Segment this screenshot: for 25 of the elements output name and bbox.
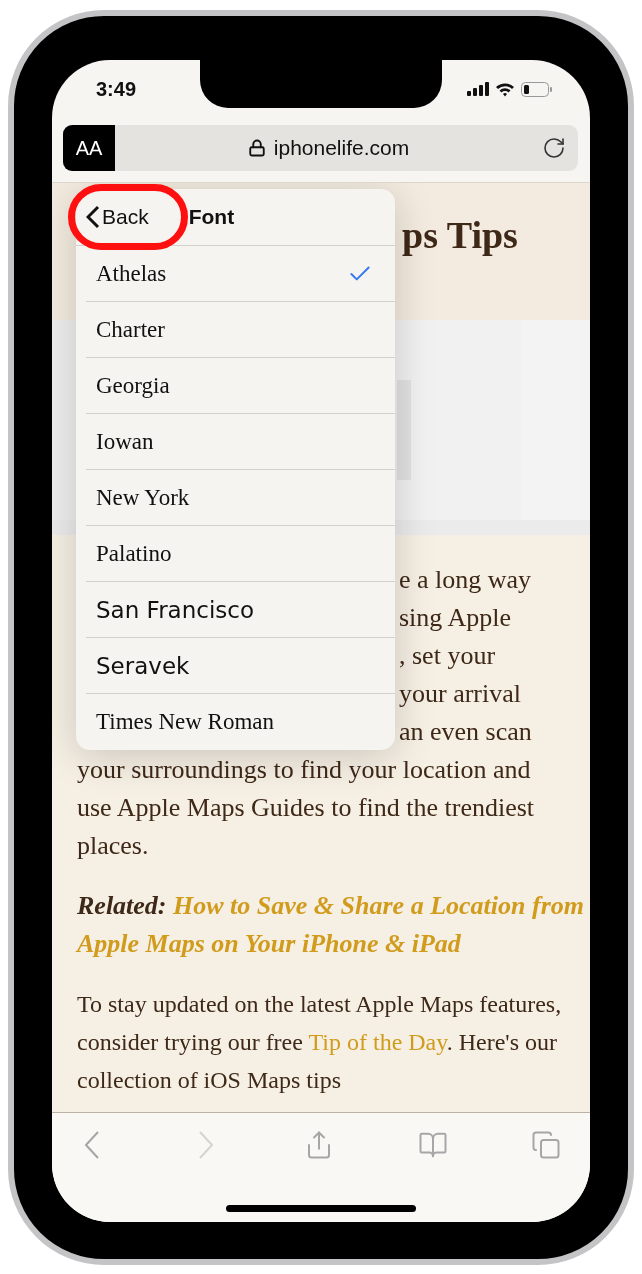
- book-icon: [417, 1130, 448, 1160]
- address-bar[interactable]: AA iphonelife.com: [63, 125, 578, 171]
- reader-button[interactable]: AA: [63, 125, 115, 171]
- article-paragraph: To stay updated on the latest Apple Maps features, consider trying our free Tip of the Day. Here's our collection of iOS Maps tips: [77, 990, 563, 1095]
- article-text: sing Apple: [399, 603, 511, 632]
- signal-icon: [467, 82, 489, 96]
- reload-icon[interactable]: [542, 136, 566, 160]
- font-option[interactable]: Times New Roman: [86, 694, 395, 750]
- article-title: ps Tips: [402, 213, 518, 257]
- url-text: iphonelife.com: [273, 136, 410, 160]
- wifi-icon: [495, 81, 515, 97]
- back-link[interactable]: Back: [86, 205, 149, 229]
- article-text: your arrival: [399, 679, 521, 708]
- forward-icon: [198, 1131, 213, 1159]
- chevron-left-icon: [86, 205, 100, 229]
- lock-icon: [247, 139, 266, 157]
- back-icon: [85, 1131, 99, 1159]
- article-paragraph: your surroundings to find your location and use Apple Maps Guides to find the trendiest places.: [77, 754, 536, 862]
- article-text: , set your: [399, 641, 496, 670]
- menu-title: Font: [188, 205, 235, 229]
- battery-icon: [521, 81, 552, 97]
- article-text: an even scan: [399, 717, 532, 746]
- status-time: 3:49: [96, 77, 137, 101]
- article-text: e a long way: [399, 565, 532, 594]
- tabs-icon: [531, 1130, 561, 1160]
